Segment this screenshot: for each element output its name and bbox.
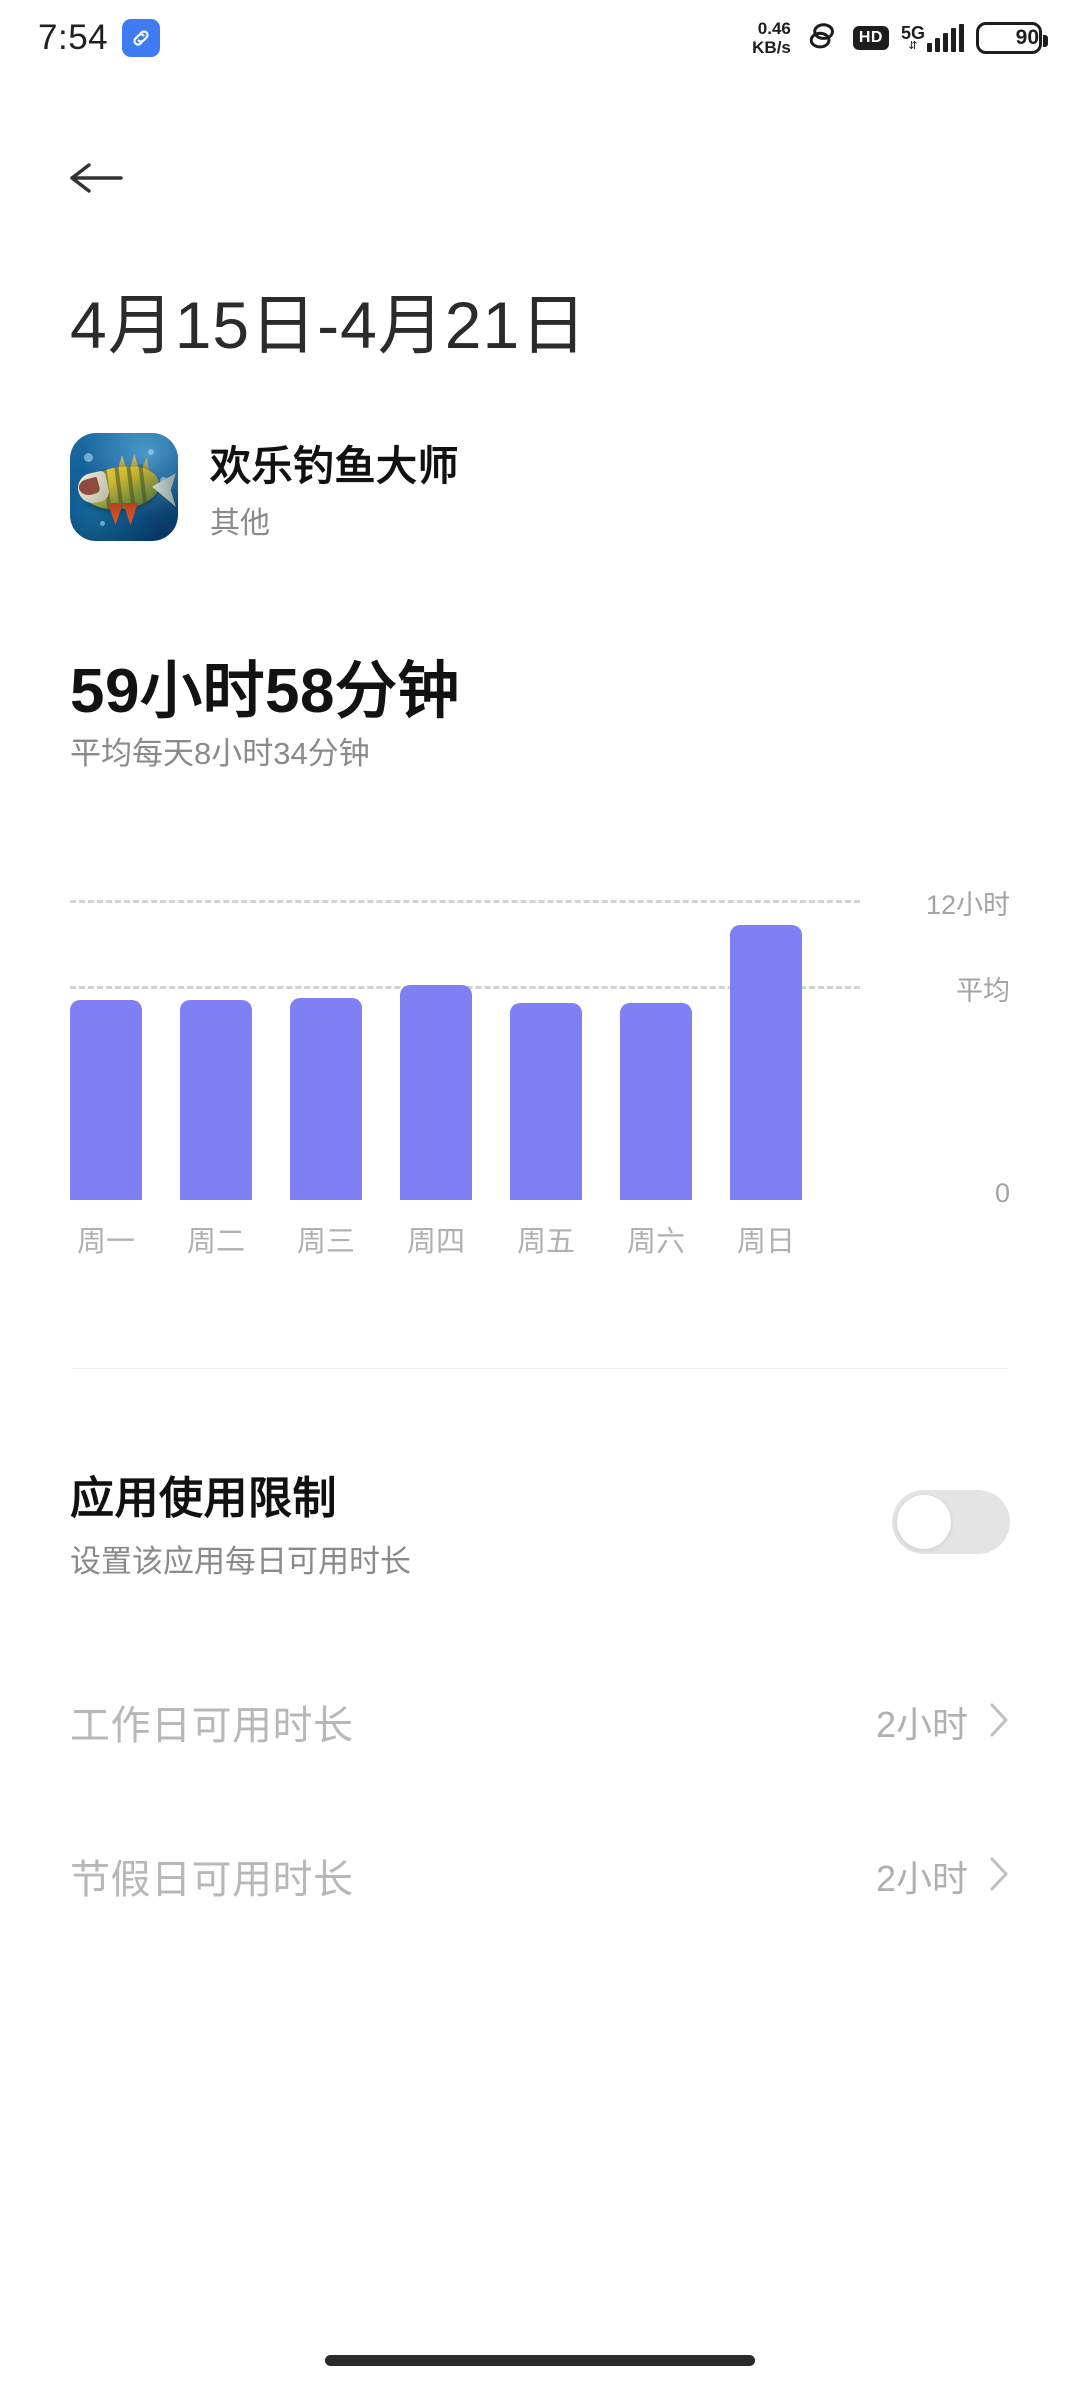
x-axis-label: 周三 xyxy=(296,1226,355,1258)
x-axis-label: 周五 xyxy=(516,1226,575,1258)
home-indicator[interactable] xyxy=(325,2355,755,2366)
weekday-limit-label: 工作日可用时长 xyxy=(70,1704,354,1748)
app-limit-subtitle: 设置该应用每日可用时长 xyxy=(70,1544,411,1579)
network-speed-indicator: 0.46 KB/s xyxy=(752,19,791,57)
happy-fishing-master-app-icon xyxy=(70,433,178,541)
back-button[interactable] xyxy=(58,140,134,216)
back-arrow-icon xyxy=(70,163,123,193)
chart-bars xyxy=(70,900,860,1200)
holiday-limit-row[interactable]: 节假日可用时长 2小时 xyxy=(70,1840,1010,1912)
network-type-indicator: 5G ⇵ xyxy=(901,24,964,52)
network-type-label: 5G xyxy=(900,23,925,43)
app-category: 其他 xyxy=(210,507,270,540)
app-info-row[interactable]: 欢乐钓鱼大师 其他 xyxy=(70,432,459,542)
section-divider xyxy=(72,1368,1008,1369)
chart-plot-area xyxy=(70,900,860,1200)
app-meta: 欢乐钓鱼大师 其他 xyxy=(210,432,459,542)
chevron-right-icon xyxy=(988,1701,1010,1744)
weekday-limit-row[interactable]: 工作日可用时长 2小时 xyxy=(70,1686,1010,1758)
chart-bar[interactable] xyxy=(730,925,802,1200)
x-axis-label: 周日 xyxy=(736,1226,795,1258)
y-axis-label-average: 平均 xyxy=(956,975,1010,1006)
signal-bars-icon xyxy=(927,24,964,52)
holiday-limit-right: 2小时 xyxy=(876,1850,1010,1902)
chart-bar[interactable] xyxy=(510,1002,582,1200)
status-bar-left: 7:54 xyxy=(38,18,161,58)
holiday-limit-label: 节假日可用时长 xyxy=(70,1858,354,1902)
average-usage-text: 平均每天8小时34分钟 xyxy=(70,736,370,771)
status-bar-right: 0.46 KB/s HD 5G ⇵ 90 xyxy=(752,17,1048,60)
weekday-limit-right: 2小时 xyxy=(876,1696,1010,1748)
x-axis-label: 周二 xyxy=(186,1226,245,1258)
chart-bar[interactable] xyxy=(290,997,362,1200)
x-axis-labels: 周一 周二 周三 周四 周五 周六 周日 xyxy=(70,1218,860,1260)
chevron-right-icon xyxy=(988,1855,1010,1898)
weekday-limit-value: 2小时 xyxy=(875,1704,968,1745)
status-bar: 7:54 0.46 KB/s HD 5G ⇵ 90 xyxy=(0,0,1080,76)
status-bar-clock: 7:54 xyxy=(38,18,109,57)
holiday-limit-value: 2小时 xyxy=(875,1858,968,1899)
toggle-knob xyxy=(897,1494,951,1549)
total-usage-time: 59小时58分钟 xyxy=(70,657,460,726)
app-limit-row[interactable]: 应用使用限制 设置该应用每日可用时长 xyxy=(70,1462,1010,1581)
x-axis-label: 周一 xyxy=(76,1226,135,1258)
network-speed-value: 0.46 xyxy=(757,19,791,38)
page-title: 4月15日-4月21日 xyxy=(70,288,588,362)
chart-bar[interactable] xyxy=(70,1000,142,1200)
x-axis-label: 周六 xyxy=(626,1226,685,1258)
y-axis-label-zero: 0 xyxy=(994,1178,1010,1208)
battery-icon: 90 xyxy=(976,22,1048,54)
network-speed-unit: KB/s xyxy=(752,38,791,57)
hd-icon: HD xyxy=(852,26,889,50)
chain-link-icon xyxy=(803,17,841,60)
chart-bar[interactable] xyxy=(620,1002,692,1200)
app-name: 欢乐钓鱼大师 xyxy=(210,443,459,489)
data-arrows-icon: ⇵ xyxy=(908,40,918,52)
y-axis-label-max: 12小时 xyxy=(925,890,1010,920)
chart-bar[interactable] xyxy=(400,985,472,1200)
battery-level-label: 90 xyxy=(1015,26,1039,49)
link-badge-icon xyxy=(122,19,161,57)
app-limit-text: 应用使用限制 设置该应用每日可用时长 xyxy=(70,1462,411,1581)
x-axis-label: 周四 xyxy=(406,1226,465,1258)
chart-bar[interactable] xyxy=(180,1000,252,1200)
app-limit-title: 应用使用限制 xyxy=(70,1474,337,1523)
app-limit-toggle[interactable] xyxy=(892,1489,1010,1554)
weekly-usage-chart: 12小时 平均 0 周一 周二 周三 周四 周五 周六 周日 xyxy=(70,890,1010,1300)
